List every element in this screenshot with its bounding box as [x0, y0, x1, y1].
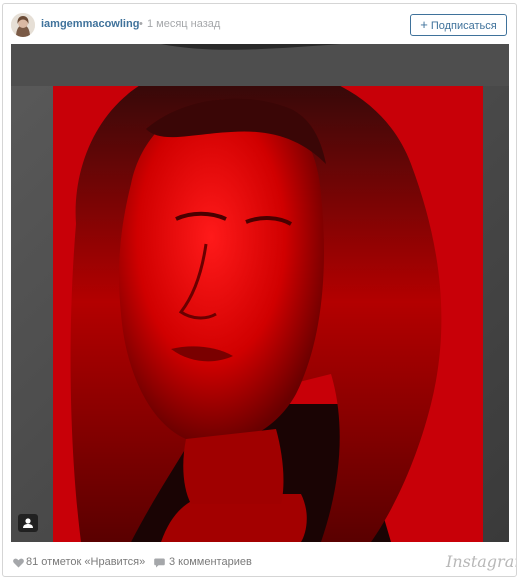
user-tag-icon: [23, 518, 33, 528]
user-tag-button[interactable]: [18, 514, 38, 532]
instagram-logo[interactable]: Instagram: [446, 553, 516, 571]
heart-icon: [13, 558, 24, 568]
post-photo[interactable]: [11, 44, 509, 542]
likes-count[interactable]: 81 отметок «Нравится»: [26, 556, 145, 569]
follow-button[interactable]: + Подписаться: [410, 14, 507, 36]
post-header: iamgemmacowling • 1 месяц назад + Подписа…: [3, 4, 516, 44]
comments-count[interactable]: 3 комментариев: [169, 556, 252, 569]
separator-dot: •: [139, 18, 143, 30]
username-link[interactable]: iamgemmacowling: [41, 18, 139, 31]
post-timestamp[interactable]: 1 месяц назад: [147, 18, 220, 31]
post-footer: 81 отметок «Нравится» 3 комментариев Ins…: [3, 544, 516, 576]
follow-button-label: Подписаться: [430, 20, 497, 32]
avatar[interactable]: [11, 13, 35, 37]
plus-icon: +: [420, 17, 428, 32]
comment-icon: [154, 558, 165, 568]
instagram-embed-card: iamgemmacowling • 1 месяц назад + Подписа…: [2, 3, 517, 577]
